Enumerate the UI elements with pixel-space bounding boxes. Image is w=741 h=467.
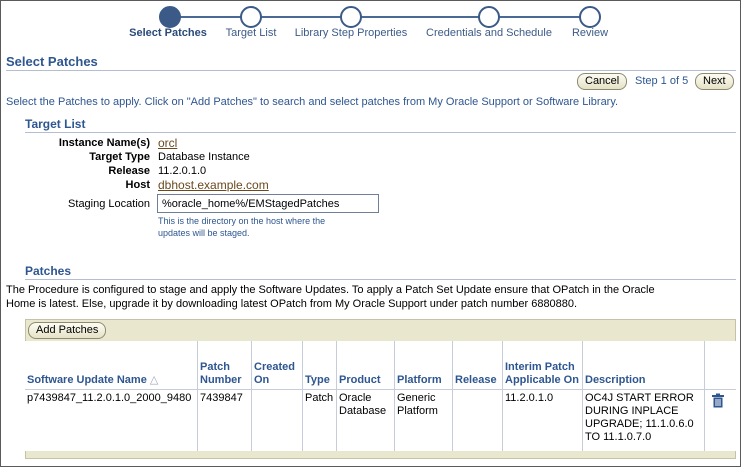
host-label: Host [125,179,150,191]
host-link[interactable]: dbhost.example.com [158,178,269,192]
staging-location-label: Staging Location [68,198,150,210]
target-type-label: Target Type [89,151,150,163]
col-software-update-name[interactable]: Software Update Name △ [25,341,198,389]
release-label: Release [108,165,150,177]
cell-product: Oracle Database [337,389,395,451]
train-stop-target-list[interactable] [240,6,262,28]
col-product: Product [337,341,395,389]
col-release: Release [453,341,503,389]
col-type: Type [303,341,337,389]
add-patches-button[interactable]: Add Patches [28,322,107,339]
col-actions [705,341,736,389]
target-type-value: Database Instance [158,151,250,163]
staging-hint-line1: This is the directory on the host where … [158,216,326,226]
col-software-update-name-label: Software Update Name [27,374,147,386]
patches-description-line1: The Procedure is configured to stage and… [6,284,655,296]
train-label-target-list[interactable]: Target List [226,27,277,39]
train-stop-library-step-properties[interactable] [340,6,362,28]
col-created-on: Created On [252,341,303,389]
release-value: 11.2.0.1.0 [158,165,207,177]
col-platform: Platform [395,341,453,389]
train-label-select-patches: Select Patches [129,27,207,39]
instance-name-link[interactable]: orcl [158,136,177,150]
train-label-credentials[interactable]: Credentials and Schedule [426,27,552,39]
next-button[interactable]: Next [695,73,734,90]
title-divider [6,70,736,71]
col-interim-patch-applicable-on: Interim Patch Applicable On [503,341,583,389]
train-label-review[interactable]: Review [572,27,608,39]
target-list-divider [25,132,736,133]
patches-divider [25,279,736,280]
step-indicator: Step 1 of 5 [635,75,689,87]
patches-header: Patches [25,264,72,278]
staging-location-input[interactable] [157,194,379,213]
patches-description-line2: Home is latest. Else, upgrade it by down… [6,298,578,310]
page-title: Select Patches [6,54,98,69]
cell-patch-number: 7439847 [198,389,252,451]
train-stop-credentials[interactable] [478,6,500,28]
staging-hint-line2: updates will be staged. [158,228,250,238]
target-list-header: Target List [25,117,86,131]
col-description: Description [583,341,705,389]
instructions-text: Select the Patches to apply. Click on "A… [6,96,619,108]
train-label-library-step-properties[interactable]: Library Step Properties [295,27,408,39]
cell-type: Patch [303,389,337,451]
cell-interim-patch-applicable-on: 11.2.0.1.0 [503,389,583,451]
train-stop-select-patches [159,6,181,28]
instance-name-label: Instance Name(s) [58,137,150,149]
train-stop-review[interactable] [579,6,601,28]
cell-software-update-name: p7439847_11.2.0.1.0_2000_9480 [25,389,198,451]
cancel-button[interactable]: Cancel [577,73,628,90]
cell-release [453,389,503,451]
cell-created-on [252,389,303,451]
cell-platform: Generic Platform [395,389,453,451]
cell-description: OC4J START ERROR DURING INPLACE UPGRADE;… [583,389,705,451]
col-patch-number: Patch Number [198,341,252,389]
trash-icon[interactable] [711,393,725,408]
sort-ascending-icon: △ [149,374,159,386]
